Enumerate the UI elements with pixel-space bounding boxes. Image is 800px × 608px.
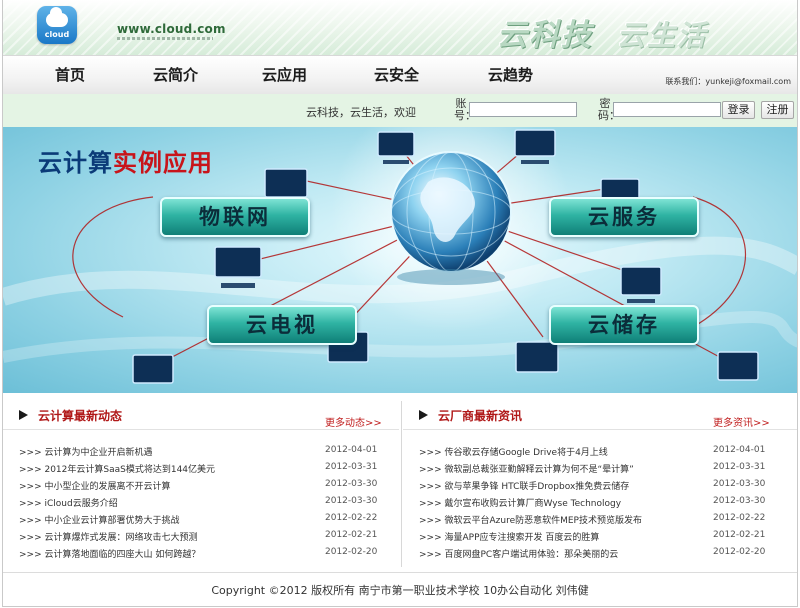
- list-item: >>> 微软副总裁张亚勤解释云计算为何不是“晕计算” 2012-03-31: [403, 458, 797, 475]
- news-item-date: 2012-02-21: [325, 530, 378, 540]
- header-slogan-tech: 云科技: [497, 18, 593, 53]
- more-news-link-left[interactable]: 更多动态>>: [325, 414, 382, 429]
- news-header-left: 云计算最新动态 更多动态>>: [3, 399, 399, 430]
- login-button[interactable]: 登录: [722, 101, 755, 119]
- news-title-left: 云计算最新动态: [38, 409, 123, 423]
- list-item: >>> 戴尔宣布收购云计算厂商Wyse Technology 2012-03-30: [403, 492, 797, 509]
- banner-title-part1: 云计算: [38, 149, 113, 177]
- password-label: 密码：: [598, 97, 620, 122]
- list-item: >>> 百度网盘PC客户端试用体验：那朵美丽的云 2012-02-20: [403, 543, 797, 560]
- news-item-date: 2012-03-30: [325, 496, 378, 506]
- news-item-title[interactable]: >>> 微软副总裁张亚勤解释云计算为何不是“晕计算”: [419, 462, 703, 475]
- news-item-date: 2012-03-30: [713, 496, 766, 506]
- list-item: >>> 中小型企业的发展离不开云计算 2012-03-30: [3, 475, 399, 492]
- news-item-date: 2012-02-22: [713, 513, 766, 523]
- list-item: >>> 传谷歌云存储Google Drive将于4月上线 2012-04-01: [403, 441, 797, 458]
- list-item: >>> 中小企业云计算部署优势大于挑战 2012-02-22: [3, 509, 399, 526]
- contact-email: 联系我们：yunkeji@foxmail.com: [665, 77, 791, 86]
- news-item-title[interactable]: >>> 云计算为中企业开启新机遇: [19, 445, 315, 458]
- nav-item-security[interactable]: 云安全: [374, 64, 419, 85]
- news-list-left: >>> 云计算为中企业开启新机遇 2012-04-01 >>> 2012年云计算Sa…: [3, 441, 399, 560]
- banner-title-part2: 实例应用: [113, 149, 213, 177]
- news-item-date: 2012-02-22: [325, 513, 378, 523]
- list-item: >>> 云计算爆炸式发展：网络攻击七大预测 2012-02-21: [3, 526, 399, 543]
- cloud-service-button[interactable]: 云服务: [549, 197, 699, 237]
- news-item-title[interactable]: >>> 欲与苹果争锋 HTC联手Dropbox推免费云储存: [419, 479, 703, 492]
- hero-banner: 云计算实例应用 物联网 云服务 云电视 云储存: [3, 127, 797, 393]
- site-logo[interactable]: cloud: [37, 6, 77, 44]
- news-item-date: 2012-03-31: [325, 462, 378, 472]
- news-divider: [401, 401, 402, 567]
- site-url: www.cloud.com: [117, 22, 226, 36]
- cloud-storage-button[interactable]: 云储存: [549, 305, 699, 345]
- nav-item-trends[interactable]: 云趋势: [488, 64, 533, 85]
- nav-item-apps[interactable]: 云应用: [262, 64, 307, 85]
- list-item: >>> 2012年云计算SaaS模式将达到144亿美元 2012-03-31: [3, 458, 399, 475]
- news-item-date: 2012-03-30: [325, 479, 378, 489]
- arrow-right-icon: [19, 410, 28, 420]
- list-item: >>> 海量APP应专注搜索开发 百度云的胜算 2012-02-21: [403, 526, 797, 543]
- news-item-title[interactable]: >>> 传谷歌云存储Google Drive将于4月上线: [419, 445, 703, 458]
- register-button[interactable]: 注册: [761, 101, 794, 119]
- login-bar: 云科技，云生活，欢迎 账号： 密码： 登录 注册: [3, 94, 797, 127]
- news-section-cloud-computing: 云计算最新动态 更多动态>> >>> 云计算为中企业开启新机遇 2012-04-0…: [3, 399, 399, 569]
- news-item-date: 2012-03-31: [713, 462, 766, 472]
- news-item-date: 2012-04-01: [325, 445, 378, 455]
- site-url-decoration: [117, 37, 213, 40]
- site-header: cloud www.cloud.com 云科技 云生活: [3, 0, 797, 55]
- nav-item-intro[interactable]: 云简介: [153, 64, 198, 85]
- news-item-title[interactable]: >>> 2012年云计算SaaS模式将达到144亿美元: [19, 462, 315, 475]
- site-footer: Copyright ©2012 版权所有 南宁市第一职业技术学校 10办公自动化…: [3, 572, 797, 606]
- news-title-right: 云厂商最新资讯: [438, 409, 523, 423]
- banner-title: 云计算实例应用: [38, 143, 213, 178]
- news-item-title[interactable]: >>> 中小企业云计算部署优势大于挑战: [19, 513, 315, 526]
- welcome-text: 云科技，云生活，欢迎: [306, 106, 416, 119]
- news-item-date: 2012-03-30: [713, 479, 766, 489]
- nav-item-home[interactable]: 首页: [55, 64, 85, 85]
- news-item-title[interactable]: >>> 云计算爆炸式发展：网络攻击七大预测: [19, 530, 315, 543]
- cloud-icon: [46, 7, 68, 27]
- news-item-date: 2012-02-21: [713, 530, 766, 540]
- news-section-vendors: 云厂商最新资讯 更多资讯>> >>> 传谷歌云存储Google Drive将于4…: [403, 399, 797, 569]
- news-list-right: >>> 传谷歌云存储Google Drive将于4月上线 2012-04-01 >>…: [403, 441, 797, 560]
- list-item: >>> 云计算落地面临的四座大山 如何跨越？ 2012-02-20: [3, 543, 399, 560]
- password-input[interactable]: [613, 102, 721, 117]
- main-nav: 首页 云简介 云应用 云安全 云趋势 联系我们：yunkeji@foxmail.…: [3, 55, 797, 95]
- account-label: 账号：: [454, 97, 476, 122]
- logo-text: cloud: [44, 30, 70, 39]
- news-header-right: 云厂商最新资讯 更多资讯>>: [403, 399, 797, 430]
- iot-button[interactable]: 物联网: [160, 197, 310, 237]
- news-item-title[interactable]: >>> 海量APP应专注搜索开发 百度云的胜算: [419, 530, 703, 543]
- news-item-title[interactable]: >>> 云计算落地面临的四座大山 如何跨越？: [19, 547, 315, 560]
- account-input[interactable]: [469, 102, 577, 117]
- page: cloud www.cloud.com 云科技 云生活 首页 云简介 云应用 云…: [2, 0, 798, 607]
- more-news-link-right[interactable]: 更多资讯>>: [713, 414, 770, 429]
- cloud-tv-button[interactable]: 云电视: [207, 305, 357, 345]
- news-item-title[interactable]: >>> 中小型企业的发展离不开云计算: [19, 479, 315, 492]
- news-item-date: 2012-02-20: [713, 547, 766, 557]
- arrow-right-icon: [419, 410, 428, 420]
- news-item-title[interactable]: >>> 百度网盘PC客户端试用体验：那朵美丽的云: [419, 547, 703, 560]
- news-item-title[interactable]: >>> 微软云平台Azure防恶意软件MEP技术预览版发布: [419, 513, 703, 526]
- news-item-date: 2012-02-20: [325, 547, 378, 557]
- list-item: >>> 微软云平台Azure防恶意软件MEP技术预览版发布 2012-02-22: [403, 509, 797, 526]
- news-item-title[interactable]: >>> iCloud云服务介绍: [19, 496, 315, 509]
- news-item-title[interactable]: >>> 戴尔宣布收购云计算厂商Wyse Technology: [419, 496, 703, 509]
- list-item: >>> iCloud云服务介绍 2012-03-30: [3, 492, 399, 509]
- list-item: >>> 云计算为中企业开启新机遇 2012-04-01: [3, 441, 399, 458]
- header-slogan-life: 云生活: [617, 19, 708, 52]
- news-item-date: 2012-04-01: [713, 445, 766, 455]
- list-item: >>> 欲与苹果争锋 HTC联手Dropbox推免费云储存 2012-03-30: [403, 475, 797, 492]
